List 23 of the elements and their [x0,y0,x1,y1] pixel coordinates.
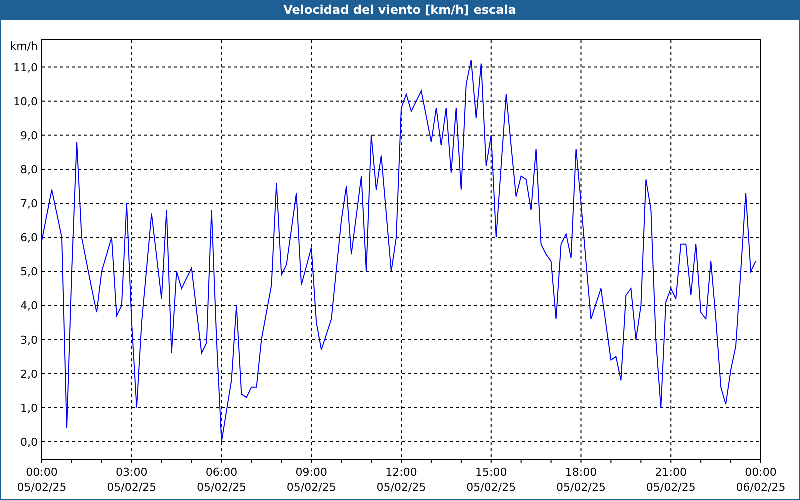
x-tick-label: 18:00 05/02/25 [556,466,606,494]
x-tick-label: 00:00 06/02/25 [736,466,786,494]
x-tick-label: 09:00 05/02/25 [286,466,336,494]
y-tick-label: 8,0 [20,163,38,176]
y-tick-label: 4,0 [20,300,38,313]
y-tick-label: 9,0 [20,129,38,142]
x-tick-label: 21:00 05/02/25 [646,466,696,494]
y-tick-label: 0,0 [20,436,38,449]
x-tick-label: 15:00 05/02/25 [466,466,516,494]
y-tick-label: 1,0 [20,402,38,415]
x-tick-label: 06:00 05/02/25 [197,466,246,494]
y-tick-label: 11,0 [14,61,38,74]
y-axis-label: km/h [10,40,38,53]
y-tick-label: 3,0 [20,334,38,347]
x-tick-label: 00:00 05/02/25 [17,466,67,494]
y-tick-label: 10,0 [14,95,38,108]
y-tick-label: 7,0 [20,198,38,210]
y-tick-label: 6,0 [20,232,38,245]
y-tick-label: 2,0 [20,368,38,381]
x-tick-label: 12:00 05/02/25 [376,466,426,494]
x-tick-label: 03:00 05/02/25 [107,466,157,494]
y-tick-label: 5,0 [20,266,38,279]
window-title: Velocidad del viento [km/h] escala [282,2,518,19]
